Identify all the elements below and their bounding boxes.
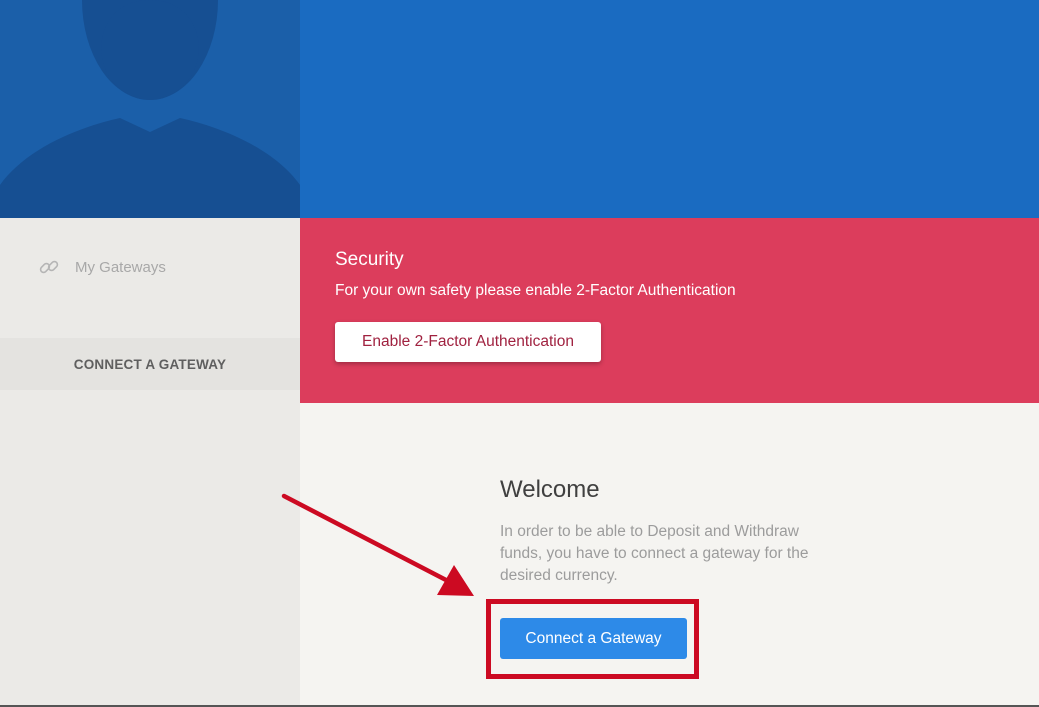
security-banner: Security For your own safety please enab…	[300, 218, 1039, 403]
profile-avatar	[0, 0, 300, 218]
sidebar: My Gateways CONNECT A GATEWAY	[0, 218, 300, 707]
sidebar-item-my-gateways[interactable]: My Gateways	[38, 256, 166, 278]
security-message: For your own safety please enable 2-Fact…	[335, 282, 736, 299]
welcome-text: In order to be able to Deposit and Withd…	[500, 523, 809, 584]
enable-2fa-button[interactable]: Enable 2-Factor Authentication	[335, 322, 601, 362]
user-silhouette-icon	[0, 0, 300, 218]
link-icon	[38, 256, 60, 278]
security-title: Security	[335, 249, 404, 270]
header-banner	[300, 0, 1039, 218]
sidebar-item-label: My Gateways	[75, 258, 166, 276]
welcome-title: Welcome	[500, 476, 600, 503]
connect-gateway-link[interactable]: CONNECT A GATEWAY	[0, 338, 300, 390]
connect-gateway-button[interactable]: Connect a Gateway	[500, 618, 687, 659]
